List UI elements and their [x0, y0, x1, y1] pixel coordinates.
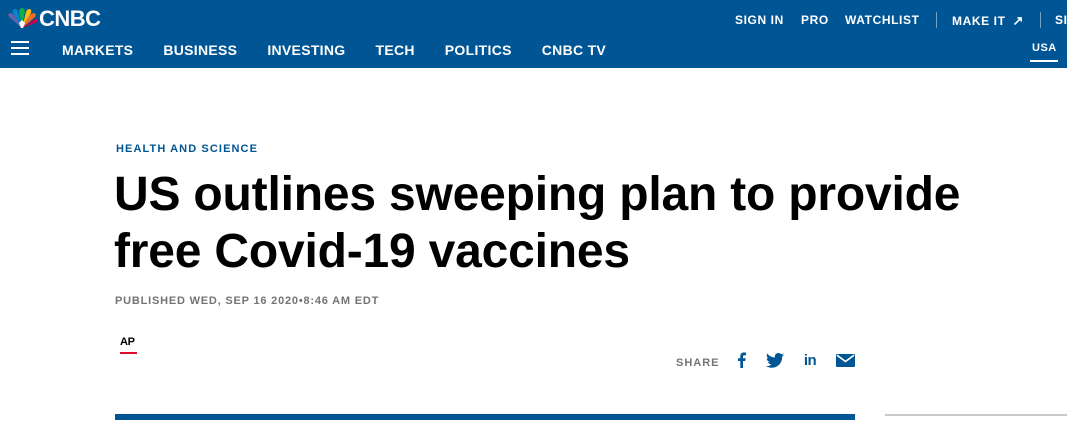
- make-it-link[interactable]: MAKE IT ↗: [952, 13, 1024, 29]
- email-icon[interactable]: [835, 351, 855, 369]
- utility-divider: [1040, 12, 1041, 28]
- ap-source-logo[interactable]: AP: [120, 337, 139, 357]
- pro-link[interactable]: PRO: [801, 13, 829, 27]
- make-it-label: MAKE IT: [952, 14, 1006, 28]
- edition-underline: [1030, 60, 1058, 62]
- nav-tech[interactable]: TECH: [375, 42, 414, 58]
- cnbc-logo[interactable]: CNBC: [6, 8, 101, 30]
- published-timestamp: PUBLISHED WED, SEP 16 2020•8:46 AM EDT: [115, 295, 380, 307]
- utility-divider: [936, 12, 937, 28]
- share-label: SHARE: [676, 357, 720, 369]
- top-navigation-bar: CNBC MARKETS BUSINESS INVESTING TECH POL…: [0, 0, 1067, 68]
- section-eyebrow[interactable]: HEALTH AND SCIENCE: [116, 143, 258, 155]
- sidebar-divider: [885, 414, 1067, 416]
- twitter-icon[interactable]: [765, 351, 785, 369]
- nav-business[interactable]: BUSINESS: [163, 42, 237, 58]
- hamburger-menu-icon[interactable]: [11, 41, 29, 55]
- cut-off-utility-link[interactable]: SI: [1055, 13, 1067, 27]
- edition-selector[interactable]: USA: [1032, 42, 1057, 54]
- nav-investing[interactable]: INVESTING: [267, 42, 345, 58]
- nbc-peacock-icon: [8, 8, 38, 28]
- nav-cnbc-tv[interactable]: CNBC TV: [542, 42, 606, 58]
- main-nav: MARKETS BUSINESS INVESTING TECH POLITICS…: [62, 42, 636, 58]
- logo-text: CNBC: [39, 6, 101, 31]
- content-divider: [115, 414, 855, 420]
- nav-politics[interactable]: POLITICS: [445, 42, 512, 58]
- nav-markets[interactable]: MARKETS: [62, 42, 133, 58]
- ap-logo-underline: [120, 352, 137, 354]
- watchlist-link[interactable]: WATCHLIST: [845, 13, 920, 27]
- facebook-icon[interactable]: [735, 351, 747, 369]
- linkedin-icon[interactable]: in: [801, 351, 819, 369]
- sign-in-link[interactable]: SIGN IN: [735, 13, 784, 27]
- ap-logo-text: AP: [120, 336, 135, 348]
- article-headline: US outlines sweeping plan to provide fre…: [114, 168, 961, 278]
- external-arrow-icon: ↗: [1012, 13, 1024, 28]
